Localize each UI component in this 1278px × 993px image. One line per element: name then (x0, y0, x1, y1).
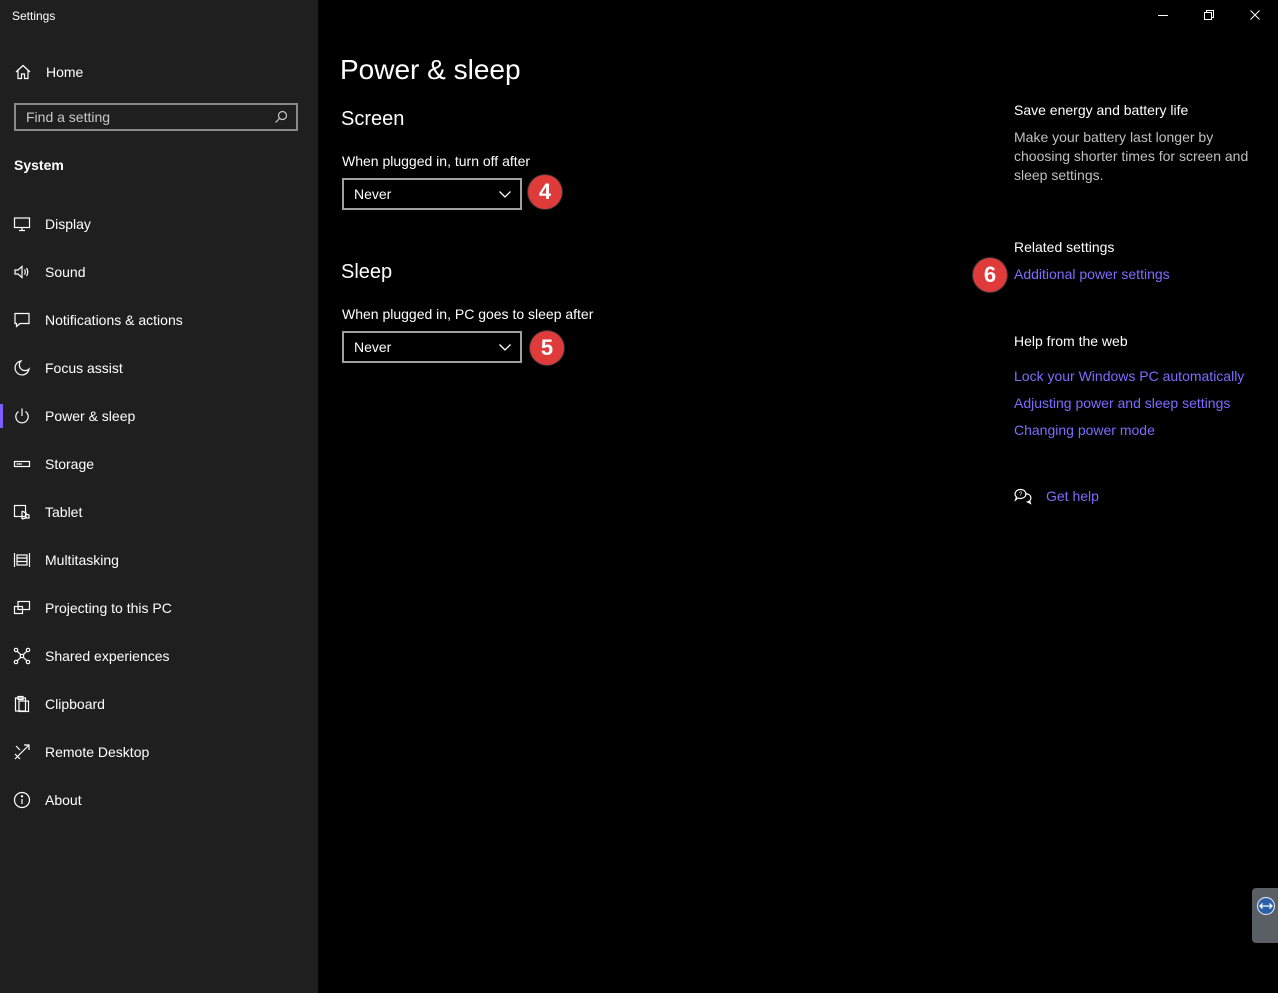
restore-button[interactable] (1186, 0, 1232, 30)
sidebar-item-label: Display (45, 216, 91, 232)
screen-timeout-dropdown[interactable]: Never (342, 178, 522, 210)
restore-icon (1204, 10, 1214, 20)
multitasking-icon (13, 551, 31, 569)
sidebar-item-projecting[interactable]: Projecting to this PC (0, 584, 318, 632)
sidebar-item-multitasking[interactable]: Multitasking (0, 536, 318, 584)
minimize-icon (1158, 15, 1168, 16)
search-box[interactable] (14, 103, 298, 131)
sidebar-item-label: Shared experiences (45, 648, 170, 664)
sidebar-item-sound[interactable]: Sound (0, 248, 318, 296)
sleep-heading: Sleep (341, 261, 393, 283)
screen-heading: Screen (341, 108, 405, 130)
sidebar: Settings Home System Display Sound Notif… (0, 0, 318, 993)
sidebar-nav: Display Sound Notifications & actions Fo… (0, 200, 318, 824)
sidebar-item-power-sleep[interactable]: Power & sleep (0, 392, 318, 440)
page-title: Power & sleep (340, 54, 521, 85)
moon-icon (13, 359, 31, 377)
sidebar-item-label: Multitasking (45, 552, 119, 568)
speaker-icon (13, 263, 31, 281)
get-help-label: Get help (1046, 488, 1099, 504)
remote-control-tab[interactable] (1252, 888, 1278, 943)
screen-timeout-value: Never (354, 186, 392, 202)
svg-text:?: ? (1019, 492, 1023, 498)
search-input[interactable] (16, 108, 268, 126)
sidebar-item-label: Remote Desktop (45, 744, 150, 760)
sidebar-item-label: Tablet (45, 504, 83, 520)
storage-icon (13, 455, 31, 473)
sidebar-item-label: Power & sleep (45, 408, 136, 424)
sidebar-item-display[interactable]: Display (0, 200, 318, 248)
sidebar-item-tablet[interactable]: Tablet (0, 488, 318, 536)
chevron-down-icon (499, 191, 511, 198)
additional-power-settings-link[interactable]: Additional power settings (1014, 266, 1170, 282)
help-from-web-heading: Help from the web (1014, 333, 1128, 349)
help-link-changing-power-mode[interactable]: Changing power mode (1014, 422, 1155, 438)
sidebar-item-label: Clipboard (45, 696, 105, 712)
screen-timeout-label: When plugged in, turn off after (342, 153, 531, 169)
notification-icon (13, 311, 31, 329)
window-controls (1140, 0, 1278, 30)
remote-support-icon (1256, 896, 1276, 916)
sidebar-item-clipboard[interactable]: Clipboard (0, 680, 318, 728)
help-link-lock-pc[interactable]: Lock your Windows PC automatically (1014, 368, 1244, 384)
sidebar-item-about[interactable]: About (0, 776, 318, 824)
annotation-badge-5: 5 (530, 331, 564, 365)
sidebar-item-shared-experiences[interactable]: Shared experiences (0, 632, 318, 680)
home-icon (15, 64, 31, 80)
close-button[interactable] (1232, 0, 1278, 30)
minimize-button[interactable] (1140, 0, 1186, 30)
shared-icon (13, 647, 31, 665)
get-help-button[interactable]: ? Get help (1014, 487, 1099, 505)
related-settings-heading: Related settings (1014, 239, 1115, 255)
sleep-timeout-label: When plugged in, PC goes to sleep after (342, 306, 594, 322)
monitor-icon (13, 215, 31, 233)
help-link-adjusting-power[interactable]: Adjusting power and sleep settings (1014, 395, 1230, 411)
annotation-badge-6: 6 (973, 258, 1007, 292)
sidebar-item-label: Notifications & actions (45, 312, 183, 328)
info-icon (13, 791, 31, 809)
tablet-icon (13, 503, 31, 521)
sidebar-item-label: Storage (45, 456, 95, 472)
sleep-timeout-dropdown[interactable]: Never (342, 331, 522, 363)
chat-help-icon: ? (1014, 488, 1032, 505)
save-energy-heading: Save energy and battery life (1014, 102, 1189, 118)
remote-desktop-icon (13, 743, 31, 761)
sidebar-item-label: About (45, 792, 82, 808)
home-label: Home (46, 64, 84, 80)
close-icon (1250, 10, 1260, 20)
chevron-down-icon (499, 344, 511, 351)
home-nav-item[interactable]: Home (14, 61, 83, 83)
sidebar-item-notifications[interactable]: Notifications & actions (0, 296, 318, 344)
sidebar-item-storage[interactable]: Storage (0, 440, 318, 488)
sleep-timeout-value: Never (354, 339, 392, 355)
sidebar-item-label: Projecting to this PC (45, 600, 172, 616)
app-title: Settings (12, 9, 56, 23)
sidebar-item-label: Focus assist (45, 360, 123, 376)
sidebar-item-remote-desktop[interactable]: Remote Desktop (0, 728, 318, 776)
sidebar-item-focus-assist[interactable]: Focus assist (0, 344, 318, 392)
power-icon (13, 407, 31, 425)
section-label-system: System (14, 157, 64, 173)
save-energy-text: Make your battery last longer by choosin… (1014, 129, 1249, 183)
search-icon[interactable] (274, 110, 288, 124)
projecting-icon (13, 599, 31, 617)
sidebar-item-label: Sound (45, 264, 86, 280)
clipboard-icon (13, 695, 31, 713)
annotation-badge-4: 4 (528, 175, 562, 209)
